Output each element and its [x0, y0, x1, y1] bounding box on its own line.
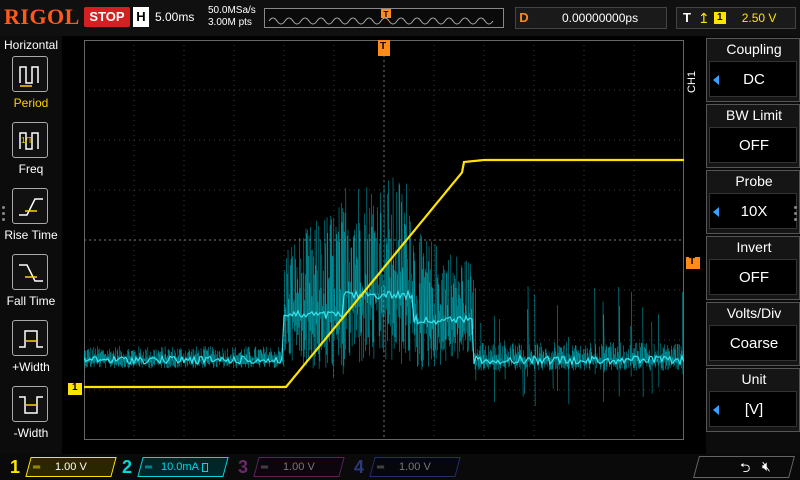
trigger-key: T	[683, 10, 691, 25]
ch3-number: 3	[237, 456, 248, 477]
invert-value: OFF	[739, 269, 769, 286]
measure-freq-label: Freq	[18, 162, 44, 176]
dc-coupling-icon: ═	[261, 461, 269, 473]
invert-value-box: OFF	[709, 259, 797, 295]
coupling-softkey[interactable]: Coupling DC	[706, 38, 800, 102]
coupling-value-box: DC	[709, 61, 797, 97]
measure-negative-width[interactable]: -Width	[0, 386, 62, 450]
bw-limit-softkey[interactable]: BW Limit OFF	[706, 104, 800, 168]
sample-rate: 50.0MSa/s	[208, 5, 256, 16]
scroll-dots-right	[794, 206, 798, 224]
volts-div-title: Volts/Div	[726, 305, 782, 321]
top-status-bar: RIGOL STOP H 5.00ms 50.0MSa/s 3.00M pts …	[0, 0, 800, 36]
brand-logo: RIGOL	[4, 4, 80, 29]
ch1-number: 1	[9, 456, 20, 477]
coupling-value: DC	[743, 71, 765, 88]
volts-div-value: Coarse	[729, 335, 779, 352]
channel-menu: Coupling DC BW Limit OFF Probe 10X Inver…	[706, 36, 800, 454]
unit-value: [V]	[744, 401, 764, 418]
dc-coupling-icon: ═	[33, 461, 41, 473]
memory-depth: 3.00M pts	[208, 17, 252, 28]
measure-category: Horizontal	[3, 38, 59, 52]
ch1-ground-marker[interactable]: 1	[68, 382, 82, 395]
trigger-position-marker[interactable]: T	[378, 40, 390, 56]
measure-period[interactable]: Period	[0, 56, 62, 120]
trigger-indicator[interactable]: T ↥ 1 2.50 V	[676, 7, 796, 29]
memory-position-bar[interactable]: T	[264, 8, 504, 28]
ch3-status[interactable]: 3 ═ 1.00 V	[234, 456, 345, 478]
unit-title: Unit	[741, 371, 767, 387]
trigger-level: 2.50 V	[741, 11, 777, 25]
trigger-level-marker-label: T	[689, 256, 696, 267]
dc-coupling-icon: ═	[145, 461, 153, 473]
probe-value: 10X	[740, 203, 768, 220]
timebase-indicator[interactable]: H 5.00ms	[133, 7, 205, 27]
measure-rise-time-label: Rise Time	[4, 228, 58, 242]
positive-width-icon	[12, 320, 48, 356]
trigger-level-marker[interactable]: T	[686, 256, 700, 269]
measure-freq[interactable]: 1/T Freq	[0, 122, 62, 186]
ch4-scale: 1.00 V	[399, 461, 431, 473]
coupling-title: Coupling	[726, 41, 782, 57]
dc-coupling-icon: ═	[377, 461, 385, 473]
volts-div-value-box: Coarse	[709, 325, 797, 361]
measure-fall-time[interactable]: Fall Time	[0, 254, 62, 318]
unit-value-box: [V]	[709, 391, 797, 427]
measure-negative-width-label: -Width	[13, 426, 49, 440]
invert-title: Invert	[736, 239, 772, 255]
freq-icon: 1/T	[12, 122, 48, 158]
period-icon	[12, 56, 48, 92]
ch3-scale-box: ═ 1.00 V	[253, 457, 345, 477]
measure-positive-width-label: +Width	[12, 360, 50, 374]
ch4-number: 4	[353, 456, 364, 477]
ch4-status[interactable]: 4 ═ 1.00 V	[350, 456, 461, 478]
ch2-number: 2	[121, 456, 132, 477]
bw-limit-title: BW Limit	[726, 107, 782, 123]
volts-div-softkey[interactable]: Volts/Div Coarse	[706, 302, 800, 366]
current-probe-icon	[201, 462, 208, 472]
horizontal-key: H	[133, 7, 149, 27]
measure-period-label: Period	[13, 96, 49, 110]
ch1-scale: 1.00 V	[55, 461, 87, 473]
trigger-position-marker-label: T	[380, 41, 387, 52]
memory-waveform-icon: T	[268, 9, 494, 25]
measure-rise-time[interactable]: Rise Time	[0, 188, 62, 252]
delay-value: 0.00000000ps	[562, 11, 639, 25]
timebase-value: 5.00ms	[155, 10, 195, 24]
bw-limit-value-box: OFF	[709, 127, 797, 163]
speaker-muted-icon[interactable]: 🔇︎	[762, 458, 771, 475]
svg-text:1/T: 1/T	[21, 136, 33, 145]
ch3-scale: 1.00 V	[283, 461, 315, 473]
ch1-status[interactable]: 1 ═ 1.00 V	[6, 456, 117, 478]
measure-fall-time-label: Fall Time	[6, 294, 56, 308]
menu-channel-label: CH1	[686, 71, 698, 94]
bw-limit-value: OFF	[739, 137, 769, 154]
unit-softkey[interactable]: Unit [V]	[706, 368, 800, 432]
ch2-status[interactable]: 2 ═ 10.0mA	[118, 456, 229, 478]
measure-menu: Horizontal Period 1/T Freq Rise Time Fal…	[0, 36, 62, 454]
ch1-ground-marker-label: 1	[72, 382, 78, 393]
probe-title: Probe	[735, 173, 773, 189]
usb-icon: ⮌	[740, 460, 751, 475]
delay-indicator[interactable]: D 0.00000000ps	[515, 7, 667, 29]
ch4-scale-box: ═ 1.00 V	[369, 457, 461, 477]
rising-edge-icon: ↥	[698, 9, 710, 26]
waveform-display[interactable]	[84, 40, 684, 440]
ch2-scale-box: ═ 10.0mA	[137, 457, 229, 477]
probe-softkey[interactable]: Probe 10X	[706, 170, 800, 234]
trigger-source: 1	[713, 12, 726, 24]
ch2-scale: 10.0mA	[161, 461, 199, 473]
negative-width-icon	[12, 386, 48, 422]
measure-positive-width[interactable]: +Width	[0, 320, 62, 384]
ch1-scale-box: ═ 1.00 V	[25, 457, 117, 477]
invert-softkey[interactable]: Invert OFF	[706, 236, 800, 300]
probe-value-box: 10X	[709, 193, 797, 229]
acquisition-info: 50.0MSa/s 3.00M pts	[208, 5, 256, 29]
delay-key: D	[519, 10, 529, 25]
run-stop-status[interactable]: STOP	[84, 7, 130, 27]
rise-time-icon	[12, 188, 48, 224]
fall-time-icon	[12, 254, 48, 290]
channel-status-bar: 1 ═ 1.00 V 2 ═ 10.0mA 3 ═ 1.00 V 4 ═ 1.0…	[0, 454, 800, 480]
trigger-position-mini: T	[384, 10, 389, 19]
